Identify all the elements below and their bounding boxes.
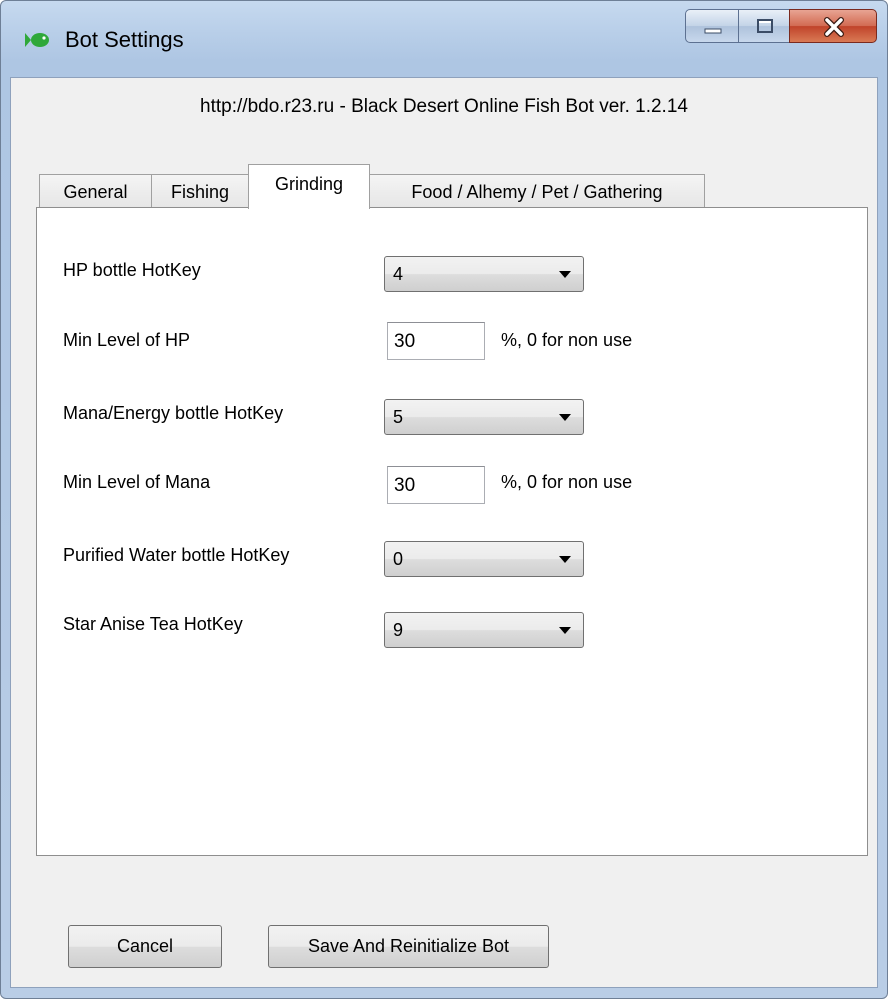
maximize-icon: [757, 19, 773, 33]
bot-info-header: http://bdo.r23.ru - Black Desert Online …: [200, 96, 688, 117]
cancel-button[interactable]: Cancel: [68, 925, 222, 968]
star-anise-tea-hotkey-value: 9: [393, 620, 404, 640]
minimize-button[interactable]: [685, 9, 739, 43]
min-level-hp-suffix: %, 0 for non use: [501, 330, 633, 350]
purified-water-hotkey-select[interactable]: 0: [384, 541, 584, 577]
close-button[interactable]: [789, 9, 877, 43]
minimize-icon: [704, 28, 722, 34]
window-title: Bot Settings: [65, 27, 184, 52]
chevron-down-icon: [559, 271, 571, 278]
tab-fishing[interactable]: Fishing: [151, 174, 249, 208]
mana-bottle-hotkey-label: Mana/Energy bottle HotKey: [63, 403, 284, 423]
title-bar[interactable]: Bot Settings: [1, 1, 887, 77]
min-level-mana-input[interactable]: 30: [387, 466, 485, 504]
chevron-down-icon: [559, 414, 571, 421]
tab-general[interactable]: General: [39, 174, 152, 208]
star-anise-tea-hotkey-label: Star Anise Tea HotKey: [63, 614, 243, 634]
mana-bottle-hotkey-select[interactable]: 5: [384, 399, 584, 435]
hp-bottle-hotkey-select[interactable]: 4: [384, 256, 584, 292]
min-level-mana-label: Min Level of Mana: [63, 472, 211, 492]
tab-food-alhemy-pet-gathering[interactable]: Food / Alhemy / Pet / Gathering: [369, 174, 705, 208]
tab-grinding[interactable]: Grinding: [248, 164, 370, 209]
maximize-button[interactable]: [738, 9, 790, 43]
min-level-mana-suffix: %, 0 for non use: [501, 472, 633, 492]
bot-settings-window: Bot Settings http://bdo.r23.ru - Black D…: [0, 0, 888, 999]
save-and-reinitialize-button[interactable]: Save And Reinitialize Bot: [268, 925, 549, 968]
min-level-hp-label: Min Level of HP: [63, 330, 191, 350]
chevron-down-icon: [559, 556, 571, 563]
hp-bottle-hotkey-label: HP bottle HotKey: [63, 260, 201, 280]
fish-icon: [25, 31, 49, 49]
purified-water-hotkey-label: Purified Water bottle HotKey: [63, 545, 290, 565]
purified-water-hotkey-value: 0: [393, 549, 404, 569]
grinding-tab-panel: HP bottle HotKey 4 Min Level of HP 30 %,…: [36, 207, 868, 856]
hp-bottle-hotkey-value: 4: [393, 264, 404, 284]
dialog-client-area: http://bdo.r23.ru - Black Desert Online …: [10, 77, 878, 988]
chevron-down-icon: [559, 627, 571, 634]
min-level-hp-input[interactable]: 30: [387, 322, 485, 360]
close-icon: [824, 17, 844, 37]
mana-bottle-hotkey-value: 5: [393, 407, 404, 427]
star-anise-tea-hotkey-select[interactable]: 9: [384, 612, 584, 648]
